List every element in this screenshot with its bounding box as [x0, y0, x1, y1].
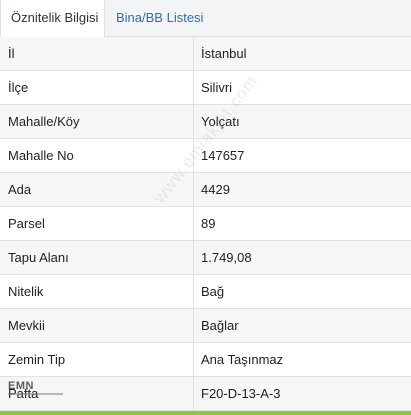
table-row: Mahalle/Köy Yolçatı: [0, 105, 411, 139]
table-row: Tapu Alanı 1.749,08: [0, 241, 411, 275]
column-divider: [193, 71, 194, 105]
row-label: Zemin Tip: [8, 352, 66, 367]
table-row: Parsel 89: [0, 207, 411, 241]
column-divider: [193, 377, 194, 411]
row-label: İlçe: [8, 80, 29, 95]
row-label: Mahalle/Köy: [8, 114, 80, 129]
row-value: 89: [201, 216, 216, 231]
column-divider: [193, 241, 194, 275]
row-label: Ada: [8, 182, 32, 197]
watermark-logo-underline: [8, 393, 63, 395]
table-row: Nitelik Bağ: [0, 275, 411, 309]
row-value: Bağ: [201, 284, 225, 299]
row-value: 147657: [201, 148, 245, 163]
row-value: Ana Taşınmaz: [201, 352, 284, 367]
row-value: İstanbul: [201, 46, 247, 61]
column-divider: [193, 207, 194, 241]
row-label: Parsel: [8, 216, 45, 231]
table-row: Zemin Tip Ana Taşınmaz: [0, 343, 411, 377]
column-divider: [193, 343, 194, 377]
column-divider: [193, 173, 194, 207]
table-row: İl İstanbul: [0, 37, 411, 71]
column-divider: [193, 139, 194, 173]
column-divider: [193, 275, 194, 309]
row-value: Silivri: [201, 80, 233, 95]
table-row: İlçe Silivri: [0, 71, 411, 105]
row-value: F20-D-13-A-3: [201, 386, 281, 401]
row-value: 1.749,08: [201, 250, 252, 265]
attribute-table: İl İstanbul İlçe Silivri Mahalle/Köy Yol…: [0, 37, 411, 411]
row-label: Tapu Alanı: [8, 250, 69, 265]
tab-bar: Öznitelik Bilgisi Bina/BB Listesi: [0, 0, 411, 37]
table-row: Mevkii Bağlar: [0, 309, 411, 343]
table-row: Mahalle No 147657: [0, 139, 411, 173]
row-label: Mevkii: [8, 318, 45, 333]
column-divider: [193, 309, 194, 343]
row-value: 4429: [201, 182, 230, 197]
row-value: Bağlar: [201, 318, 239, 333]
tab-attribute-info[interactable]: Öznitelik Bilgisi: [0, 0, 105, 37]
row-label: Nitelik: [8, 284, 44, 299]
column-divider: [193, 105, 194, 139]
row-label: İl: [8, 46, 15, 61]
table-row: Ada 4429: [0, 173, 411, 207]
bottom-accent-bar: [0, 411, 411, 415]
column-divider: [193, 37, 194, 71]
row-label: Mahalle No: [8, 148, 74, 163]
tab-building-list[interactable]: Bina/BB Listesi: [106, 0, 216, 36]
row-value: Yolçatı: [201, 114, 240, 129]
